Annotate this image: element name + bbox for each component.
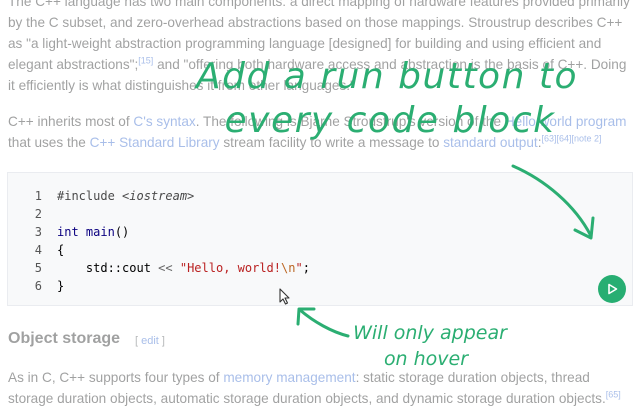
code-token: "Hello, world! xyxy=(179,261,282,275)
code-token: <iostream> xyxy=(122,189,195,203)
code-line: 3 int main() xyxy=(8,223,130,241)
annotation-note: Will only appear xyxy=(353,322,507,344)
line-number: 4 xyxy=(34,243,42,257)
code-token: ; xyxy=(302,261,310,275)
code-token: main xyxy=(85,225,115,239)
run-button[interactable] xyxy=(598,275,626,303)
code-token: \n xyxy=(281,261,296,275)
paragraph-text: C++ inherits most of xyxy=(8,114,134,129)
code-token: { xyxy=(57,243,65,257)
code-token: int xyxy=(57,225,79,239)
code-line: 6} xyxy=(8,277,64,295)
line-number: 2 xyxy=(34,207,42,221)
citation-link[interactable]: [65] xyxy=(606,389,621,399)
line-number: 1 xyxy=(34,189,42,203)
annotation-arrow xyxy=(296,307,350,338)
link-c-syntax[interactable]: C's syntax xyxy=(133,114,195,129)
annotation-headline: every code block xyxy=(224,100,556,141)
link-memory-management[interactable]: memory management xyxy=(223,370,355,385)
edit-section: [ edit ] xyxy=(135,335,165,347)
link-standard-library[interactable]: C++ Standard Library xyxy=(90,135,220,150)
code-line: 4{ xyxy=(8,241,64,259)
code-token: () xyxy=(114,225,130,239)
annotation-headline: Add a run button to xyxy=(196,56,578,97)
paragraph-memory: As in C, C++ supports four types of memo… xyxy=(8,367,632,409)
code-line: 5 std::cout << "Hello, world!\n"; xyxy=(8,259,310,277)
code-token: } xyxy=(57,279,65,293)
paragraph-text: that uses the xyxy=(8,135,90,150)
annotation-note: on hover xyxy=(383,348,469,370)
line-number: 3 xyxy=(34,225,42,239)
code-token: std::cout xyxy=(85,261,151,275)
annotation-arrow xyxy=(511,164,595,240)
code-token: " xyxy=(295,261,303,275)
code-token: #include xyxy=(57,189,115,203)
play-icon xyxy=(608,283,618,295)
code-token: << xyxy=(158,261,173,275)
edit-link[interactable]: edit xyxy=(141,335,159,347)
citation-link[interactable]: [15] xyxy=(138,55,153,65)
line-number: 6 xyxy=(34,279,42,293)
mouse-cursor-icon xyxy=(279,288,290,305)
code-line: 1 #include <iostream> xyxy=(8,187,195,205)
paragraph-text: As in C, C++ supports four types of xyxy=(8,370,224,385)
section-heading: Object storage xyxy=(8,330,121,347)
line-number: 5 xyxy=(34,261,42,275)
code-line: 2 xyxy=(8,205,42,223)
edit-bracket: ] xyxy=(158,335,165,347)
